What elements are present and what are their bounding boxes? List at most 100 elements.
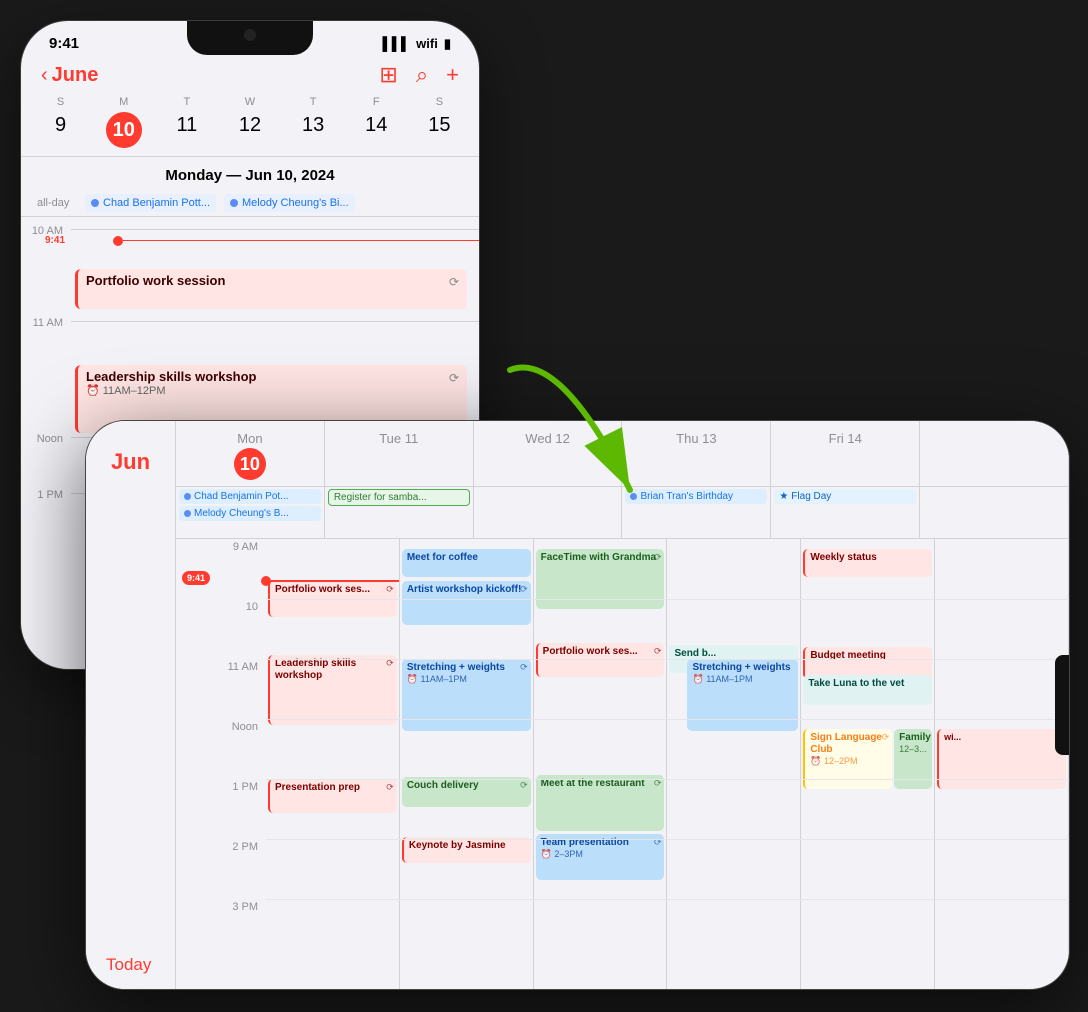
date-9[interactable]: 9 <box>29 112 92 148</box>
dot-icon3 <box>630 493 637 500</box>
p2-col-tue: Meet for coffee Artist workshop kickoff!… <box>400 539 534 989</box>
date-12[interactable]: 12 <box>218 112 281 148</box>
p2-main-calendar: Mon 10 Tue 11 Wed 12 Thu 13 Fri 14 <box>176 421 1069 989</box>
day-letter-m: M <box>92 96 155 112</box>
allday-melody[interactable]: Melody Cheung's B... <box>179 506 321 521</box>
date-14[interactable]: 14 <box>345 112 408 148</box>
date-15[interactable]: 15 <box>408 112 471 148</box>
p2-event-stretching-tue[interactable]: Stretching + weights ⏰ 11AM–1PM ⟳ <box>402 659 531 731</box>
p2-event-prep-mon[interactable]: Presentation prep ⟳ <box>268 779 397 813</box>
event-title: Family <box>899 732 927 744</box>
back-chevron-icon[interactable]: ‹ <box>41 64 48 87</box>
event-title: Team presentation <box>541 837 660 849</box>
add-event-icon[interactable]: + <box>446 62 459 88</box>
phone1-notch <box>187 21 313 55</box>
event-title: Couch delivery <box>407 780 526 792</box>
time-label-noon: Noon <box>21 431 71 445</box>
date-13[interactable]: 13 <box>282 112 345 148</box>
p2-event-portfolio-wed[interactable]: Portfolio work ses... ⟳ <box>536 643 665 677</box>
p1-month-label[interactable]: June <box>52 64 99 87</box>
day-name-tue: Tue 11 <box>329 431 469 446</box>
p2-header-tue[interactable]: Tue 11 <box>325 421 474 486</box>
p2-event-keynote-tue[interactable]: Keynote by Jasmine <box>402 837 531 863</box>
date-11[interactable]: 11 <box>155 112 218 148</box>
p2-allday-sat <box>920 487 1069 538</box>
p2-allday-thu: Brian Tran's Birthday <box>622 487 771 538</box>
p1-selected-date-label: Monday — Jun 10, 2024 <box>21 157 479 190</box>
time-label-11am: 11 AM <box>176 659 266 719</box>
allday-samba[interactable]: Register for samba... <box>328 489 470 506</box>
p2-time-area: 9 AM 10 11 AM Noon 1 PM 2 PM 3 PM <box>176 539 1069 989</box>
time-label-9am: 9 AM <box>176 539 266 599</box>
p2-allday-mon: Chad Benjamin Pot... Melody Cheung's B..… <box>176 487 325 538</box>
event-time: ⏰ 11AM–1PM <box>407 674 526 685</box>
p1-allday-row: all-day Chad Benjamin Pott... Melody Che… <box>21 190 479 217</box>
sync-icon: ⟳ <box>386 782 394 793</box>
p1-month-nav[interactable]: ‹ June <box>41 64 98 87</box>
allday-flagday[interactable]: ★ Flag Day <box>774 489 916 504</box>
p2-allday-row: Chad Benjamin Pot... Melody Cheung's B..… <box>176 487 1069 539</box>
p2-header-thu[interactable]: Thu 13 <box>622 421 771 486</box>
p2-sidebar-month: Jun <box>86 441 175 479</box>
allday-dot <box>91 199 99 207</box>
allday-event-melody[interactable]: Melody Cheung's Bi... <box>224 194 355 212</box>
p2-header-mon[interactable]: Mon 10 <box>176 421 325 486</box>
sync-icon: ⟳ <box>386 584 394 595</box>
phone1-camera <box>244 29 256 41</box>
day-name-mon: Mon <box>180 431 320 446</box>
sync-icon: ⟳ <box>520 780 528 791</box>
event-time: 12–3... <box>899 744 927 754</box>
time-label-noon: Noon <box>176 719 266 779</box>
p2-event-leadership-mon[interactable]: Leadership skills workshop ⟳ <box>268 655 397 725</box>
phone2-landscape: Jun Mon 10 Tue 11 Wed 12 <box>85 420 1070 990</box>
p2-event-artist-tue[interactable]: Artist workshop kickoff! ⟳ <box>402 581 531 625</box>
p2-calendar-grid: 9:41 Portfolio work ses... ⟳ Leadership … <box>266 539 1069 989</box>
time-label-3pm: 3 PM <box>176 899 266 959</box>
p2-col-sat: wi... <box>935 539 1069 989</box>
p2-event-couch-tue[interactable]: Couch delivery ⟳ <box>402 777 531 807</box>
p2-event-facetime-wed[interactable]: FaceTime with Grandma ⟳ <box>536 549 665 609</box>
p2-header-fri[interactable]: Fri 14 <box>771 421 920 486</box>
p2-event-portfolio-mon[interactable]: Portfolio work ses... ⟳ <box>268 581 397 617</box>
today-button[interactable]: Today <box>106 955 151 975</box>
sync-icon: ⟳ <box>654 837 662 848</box>
p2-event-stretching-thu[interactable]: Stretching + weights ⏰ 11AM–1PM <box>687 659 798 731</box>
wifi-icon: wifi <box>416 36 438 51</box>
p2-header-wed[interactable]: Wed 12 <box>474 421 623 486</box>
p1-event-portfolio[interactable]: Portfolio work session ⟳ <box>75 269 467 309</box>
event-title: Portfolio work ses... <box>543 646 660 658</box>
p2-event-family-fri[interactable]: Family 12–3... <box>894 729 932 789</box>
current-time-dot <box>113 236 123 246</box>
allday-chad[interactable]: Chad Benjamin Pot... <box>179 489 321 504</box>
allday-melody-label: Melody Cheung's B... <box>194 508 289 519</box>
day-name-fri: Fri 14 <box>775 431 915 446</box>
p1-cal-toolbar[interactable]: ⊞ ⌕ + <box>379 62 459 88</box>
p2-day-headers: Mon 10 Tue 11 Wed 12 Thu 13 Fri 14 <box>176 421 1069 487</box>
view-toggle-icon[interactable]: ⊞ <box>379 62 397 88</box>
event-title: Sign Language Club <box>810 732 887 756</box>
allday-chad-label: Chad Benjamin Pot... <box>194 491 289 502</box>
hour-line-10am <box>71 229 479 230</box>
p2-event-weekly-fri[interactable]: Weekly status <box>803 549 932 577</box>
day-letter-f: F <box>345 96 408 112</box>
date-10-today[interactable]: 10 <box>106 112 142 148</box>
phone2-notch <box>1055 655 1069 755</box>
day-name-wed: Wed 12 <box>478 431 618 446</box>
dot-icon2 <box>184 510 191 517</box>
event-title: Meet at the restaurant <box>541 778 660 790</box>
event-title: Stretching + weights <box>692 662 793 674</box>
p2-event-luna-fri[interactable]: Take Luna to the vet <box>803 675 932 705</box>
p2-event-coffee-tue[interactable]: Meet for coffee <box>402 549 531 577</box>
p2-header-sat[interactable] <box>920 421 1069 486</box>
p2-event-restaurant-wed[interactable]: Meet at the restaurant ⟳ <box>536 775 665 831</box>
time-label-10: 10 <box>176 599 266 659</box>
p1-time-row-11am: 11 AM <box>21 315 479 371</box>
search-icon[interactable]: ⌕ <box>416 62 428 88</box>
allday-brian[interactable]: Brian Tran's Birthday <box>625 489 767 504</box>
p2-event-signlang-fri[interactable]: Sign Language Club ⏰ 12–2PM ⟳ <box>803 729 892 789</box>
allday-samba-label: Register for samba... <box>334 492 427 503</box>
day-letter-t2: T <box>282 96 345 112</box>
sync-icon: ⟳ <box>520 662 528 673</box>
p2-event-team-wed[interactable]: Team presentation ⏰ 2–3PM ⟳ <box>536 834 665 880</box>
allday-event-chad[interactable]: Chad Benjamin Pott... <box>85 194 216 212</box>
